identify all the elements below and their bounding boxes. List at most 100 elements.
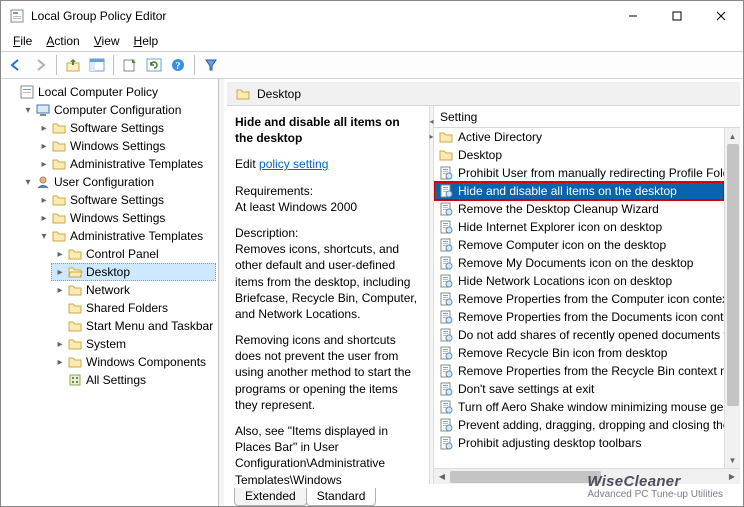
up-button[interactable] bbox=[62, 54, 84, 76]
chevron-down-icon[interactable]: ▾ bbox=[21, 175, 35, 189]
tree-cc-windows[interactable]: ▸Windows Settings bbox=[35, 137, 216, 155]
tree-computer-config[interactable]: ▾ Computer Configuration bbox=[19, 101, 216, 119]
tree-desktop[interactable]: ▸Desktop bbox=[51, 263, 216, 281]
chevron-none-icon bbox=[53, 301, 67, 315]
tree-system[interactable]: ▸System bbox=[51, 335, 216, 353]
tree-shared-folders[interactable]: Shared Folders bbox=[51, 299, 216, 317]
chevron-right-icon[interactable]: ▸ bbox=[37, 121, 51, 135]
list-item-label: Remove My Documents icon on the desktop bbox=[458, 256, 693, 270]
breadcrumb: Desktop bbox=[227, 82, 740, 106]
list-item[interactable]: Prohibit adjusting desktop toolbars bbox=[434, 434, 724, 452]
list-item[interactable]: Remove Computer icon on the desktop bbox=[434, 236, 724, 254]
list-item-label: Prohibit User from manually redirecting … bbox=[458, 166, 724, 180]
list-item[interactable]: Remove the Desktop Cleanup Wizard bbox=[434, 200, 724, 218]
tree-pane[interactable]: Local Computer Policy ▾ Computer Configu… bbox=[1, 79, 219, 506]
menu-action[interactable]: Action bbox=[40, 32, 85, 50]
chevron-right-icon[interactable]: ▸ bbox=[53, 355, 67, 369]
tree-network[interactable]: ▸Network bbox=[51, 281, 216, 299]
scroll-left-icon[interactable]: ◀ bbox=[434, 469, 450, 485]
tree-uc-software[interactable]: ▸Software Settings bbox=[35, 191, 216, 209]
list-item-label: Remove Recycle Bin icon from desktop bbox=[458, 346, 667, 360]
maximize-button[interactable] bbox=[655, 1, 699, 31]
list-item[interactable]: Hide Internet Explorer icon on desktop bbox=[434, 218, 724, 236]
list-item[interactable]: Remove Properties from the Documents ico… bbox=[434, 308, 724, 326]
tree-root[interactable]: Local Computer Policy bbox=[3, 83, 216, 101]
export-button[interactable] bbox=[119, 54, 141, 76]
folder-icon bbox=[51, 138, 67, 154]
right-pane: Desktop Hide and disable all items on th… bbox=[224, 79, 743, 506]
list-item[interactable]: Desktop bbox=[434, 146, 724, 164]
requirements-label: Requirements: bbox=[235, 184, 313, 198]
list-item[interactable]: Prevent adding, dragging, dropping and c… bbox=[434, 416, 724, 434]
scroll-thumb[interactable] bbox=[727, 144, 739, 406]
folder-icon bbox=[67, 318, 83, 334]
minimize-button[interactable] bbox=[611, 1, 655, 31]
scroll-thumb-h[interactable] bbox=[450, 471, 601, 483]
list-item[interactable]: Don't save settings at exit bbox=[434, 380, 724, 398]
chevron-down-icon[interactable]: ▾ bbox=[37, 229, 51, 243]
back-button[interactable] bbox=[5, 54, 27, 76]
forward-button[interactable] bbox=[29, 54, 51, 76]
tree-control-panel[interactable]: ▸Control Panel bbox=[51, 245, 216, 263]
tree-all-settings[interactable]: All Settings bbox=[51, 371, 216, 389]
chevron-right-icon[interactable]: ▸ bbox=[37, 139, 51, 153]
policy-icon bbox=[438, 309, 454, 325]
chevron-right-icon[interactable]: ▸ bbox=[53, 283, 67, 297]
list-item[interactable]: Remove Properties from the Recycle Bin c… bbox=[434, 362, 724, 380]
scroll-down-icon[interactable]: ▼ bbox=[725, 452, 740, 468]
tree-start-menu[interactable]: Start Menu and Taskbar bbox=[51, 317, 216, 335]
chevron-right-icon[interactable]: ▸ bbox=[37, 193, 51, 207]
tree-windows-components[interactable]: ▸Windows Components bbox=[51, 353, 216, 371]
tree-uc-admin[interactable]: ▾Administrative Templates bbox=[35, 227, 216, 245]
list-item[interactable]: Turn off Aero Shake window minimizing mo… bbox=[434, 398, 724, 416]
settings-list[interactable]: Active Directory Desktop Prohibit User fro… bbox=[434, 128, 724, 468]
edit-policy-link[interactable]: policy setting bbox=[259, 157, 328, 171]
chevron-right-icon[interactable]: ▸ bbox=[37, 157, 51, 171]
list-item[interactable]: Remove My Documents icon on the desktop bbox=[434, 254, 724, 272]
folder-icon bbox=[438, 129, 454, 145]
tree-uc-windows[interactable]: ▸Windows Settings bbox=[35, 209, 216, 227]
chevron-right-icon[interactable]: ▸ bbox=[53, 337, 67, 351]
list-item-label: Do not add shares of recently opened doc… bbox=[458, 328, 724, 342]
list-item[interactable]: Hide Network Locations icon on desktop bbox=[434, 272, 724, 290]
scroll-up-icon[interactable]: ▲ bbox=[725, 128, 740, 144]
policy-icon bbox=[438, 201, 454, 217]
list-item-label: Remove the Desktop Cleanup Wizard bbox=[458, 202, 659, 216]
show-hide-tree-button[interactable] bbox=[86, 54, 108, 76]
chevron-down-icon[interactable]: ▾ bbox=[21, 103, 35, 117]
description-label: Description: bbox=[235, 226, 298, 240]
tree-cc-software[interactable]: ▸Software Settings bbox=[35, 119, 216, 137]
scroll-right-icon[interactable]: ▶ bbox=[724, 469, 740, 485]
refresh-button[interactable] bbox=[143, 54, 165, 76]
chevron-right-icon[interactable]: ▸ bbox=[53, 247, 67, 261]
policy-icon bbox=[438, 399, 454, 415]
tree-user-config[interactable]: ▾ User Configuration bbox=[19, 173, 216, 191]
help-button[interactable]: ? bbox=[167, 54, 189, 76]
list-item[interactable]: Hide and disable all items on the deskto… bbox=[434, 182, 724, 200]
list-header-setting[interactable]: Setting bbox=[434, 106, 740, 128]
list-item[interactable]: Remove Properties from the Computer icon… bbox=[434, 290, 724, 308]
titlebar: Local Group Policy Editor bbox=[1, 1, 743, 31]
list-item[interactable]: Do not add shares of recently opened doc… bbox=[434, 326, 724, 344]
list-item-label: Remove Properties from the Computer icon… bbox=[458, 292, 724, 306]
list-item[interactable]: Active Directory bbox=[434, 128, 724, 146]
tree-cc-admin[interactable]: ▸Administrative Templates bbox=[35, 155, 216, 173]
tab-standard[interactable]: Standard bbox=[306, 488, 377, 506]
menu-file[interactable]: File bbox=[7, 32, 38, 50]
description-p2: Removing icons and shortcuts does not pr… bbox=[235, 332, 421, 413]
close-button[interactable] bbox=[699, 1, 743, 31]
list-item[interactable]: Remove Recycle Bin icon from desktop bbox=[434, 344, 724, 362]
horizontal-scrollbar[interactable]: ◀ ▶ bbox=[434, 468, 740, 484]
filter-button[interactable] bbox=[200, 54, 222, 76]
folder-icon bbox=[51, 120, 67, 136]
vertical-scrollbar[interactable]: ▲ ▼ bbox=[724, 128, 740, 468]
content-body: Local Computer Policy ▾ Computer Configu… bbox=[1, 79, 743, 506]
menu-help[interactable]: Help bbox=[128, 32, 165, 50]
list-item-label: Desktop bbox=[458, 148, 502, 162]
chevron-right-icon[interactable]: ▸ bbox=[37, 211, 51, 225]
policy-icon bbox=[438, 327, 454, 343]
chevron-right-icon[interactable]: ▸ bbox=[53, 265, 67, 279]
tab-extended[interactable]: Extended bbox=[234, 488, 307, 506]
menu-view[interactable]: View bbox=[88, 32, 126, 50]
list-item[interactable]: Prohibit User from manually redirecting … bbox=[434, 164, 724, 182]
